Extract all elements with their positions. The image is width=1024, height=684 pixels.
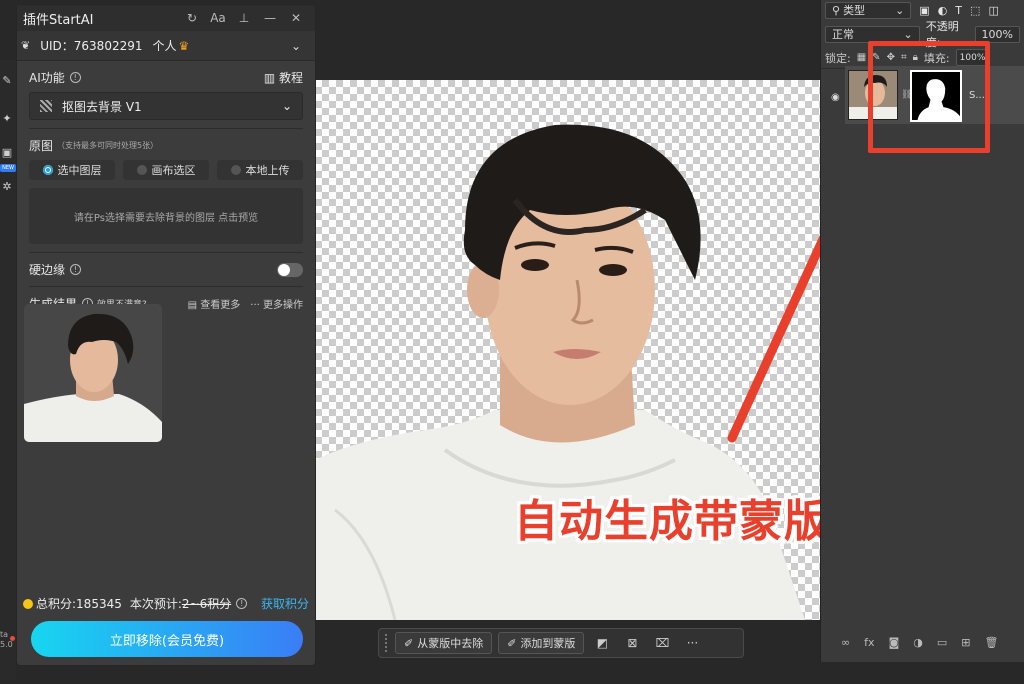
function-select[interactable]: 抠图去背景 V1 ⌄ bbox=[29, 92, 303, 120]
source-label: 原图 bbox=[29, 139, 54, 153]
hard-edge-toggle[interactable] bbox=[277, 262, 303, 277]
toolbar-grip[interactable] bbox=[385, 634, 389, 652]
account-tier: 个人 bbox=[152, 39, 177, 53]
filter-pixel-icon[interactable]: ▣ bbox=[919, 4, 929, 17]
left-tool-strip: ✎ NEW ✦ ▣ ✲ bbox=[0, 60, 16, 680]
filter-kind-select[interactable]: ⚲ 类型 ⌄ bbox=[825, 1, 912, 19]
hard-edge-row: 硬边缘 ! bbox=[29, 261, 303, 278]
points-estimate-label: 本次预计: bbox=[129, 597, 182, 611]
plugin-title: 插件StartAI bbox=[23, 12, 94, 28]
source-option-local-upload[interactable]: 本地上传 bbox=[217, 160, 303, 180]
divider bbox=[29, 286, 303, 287]
get-points-link[interactable]: 获取积分 bbox=[261, 595, 309, 612]
pin-icon[interactable]: ⊥ bbox=[231, 11, 257, 25]
mask-toolbar: ✐ 从蒙版中去除 ✐ 添加到蒙版 ◩ ⊠ ⌧ ··· bbox=[378, 628, 744, 658]
chevron-down-icon: ⌄ bbox=[281, 99, 292, 113]
sparkle-tool-icon[interactable]: ✦ bbox=[0, 112, 14, 126]
function-select-value: 抠图去背景 V1 bbox=[62, 99, 142, 114]
gallery-icon: ▤ bbox=[187, 300, 198, 311]
link-layers-icon[interactable]: ∞ bbox=[841, 636, 850, 649]
group-folder-icon[interactable]: ▭ bbox=[937, 636, 947, 649]
brush-tool-icon[interactable]: ✎ bbox=[0, 74, 14, 88]
remove-now-button[interactable]: 立即移除(会员免费) bbox=[31, 621, 303, 657]
crown-icon: ♛ bbox=[178, 38, 190, 53]
ai-function-label: AI功能 bbox=[29, 71, 65, 85]
more-icon[interactable]: ··· bbox=[680, 632, 704, 654]
chevron-down-icon: ⌄ bbox=[895, 3, 905, 17]
book-icon: ▥ bbox=[263, 71, 276, 85]
source-hint: （支持最多可同时处理5张） bbox=[57, 141, 159, 150]
blend-mode-select[interactable]: 正常 ⌄ bbox=[825, 25, 920, 43]
font-size-icon[interactable]: Aa bbox=[205, 11, 231, 25]
preview-area[interactable]: 请在Ps选择需要去除背景的图层 点击预览 bbox=[29, 188, 303, 244]
app-window: ✎ NEW ✦ ▣ ✲ ta 5.0 自动生成带蒙版图层 ✐ 从蒙版中去除 ✐ … bbox=[0, 0, 1024, 684]
lock-label: 锁定: bbox=[825, 51, 851, 65]
source-option-selected-layer[interactable]: 选中图层 bbox=[29, 160, 115, 180]
uid-label: UID：763802291 bbox=[40, 39, 143, 53]
layers-footer: ∞ fx ◙ ◑ ▭ ⊞ 🗑︎ bbox=[841, 636, 998, 649]
mask-apply-icon[interactable]: ◩ bbox=[590, 632, 614, 654]
layers-filter-row: ⚲ 类型 ⌄ ▣ ◐ T ⬚ ◫ bbox=[821, 0, 1024, 20]
minimize-icon[interactable]: — bbox=[257, 11, 283, 25]
account-row[interactable]: ❦ UID：763802291 个人 ♛ ⌄ bbox=[17, 31, 315, 61]
plugin-titlebar: 插件StartAI ↻ Aa ⊥ — ✕ bbox=[17, 5, 315, 31]
adjustment-layer-icon[interactable]: ◑ bbox=[913, 636, 923, 649]
close-icon[interactable]: ✕ bbox=[283, 11, 309, 25]
points-row: 总积分:185345 本次预计: 2~6积分 ! 获取积分 bbox=[23, 595, 309, 612]
ellipsis-icon: ··· bbox=[250, 300, 260, 311]
filter-type-icon[interactable]: T bbox=[955, 4, 962, 17]
hard-edge-label: 硬边缘 bbox=[29, 263, 66, 277]
points-total: 总积分:185345 bbox=[36, 597, 122, 611]
add-mask-icon[interactable]: ◙ bbox=[889, 636, 900, 649]
fx-icon[interactable]: fx bbox=[864, 636, 874, 649]
lock-transparent-icon[interactable]: ▦ bbox=[857, 52, 866, 63]
new-layer-icon[interactable]: ⊞ bbox=[961, 636, 970, 649]
tutorial-link[interactable]: ▥ 教程 bbox=[264, 69, 303, 86]
gear-icon[interactable]: ✲ bbox=[0, 180, 14, 194]
source-options: 选中图层 画布选区 本地上传 bbox=[29, 160, 303, 180]
search-icon: ⚲ bbox=[832, 3, 841, 17]
info-icon[interactable]: ! bbox=[70, 264, 82, 275]
visibility-eye-icon[interactable]: ◉ bbox=[831, 92, 840, 103]
new-badge: NEW bbox=[0, 164, 16, 172]
brush-minus-icon: ✐ bbox=[404, 636, 414, 650]
filter-adjustment-icon[interactable]: ◐ bbox=[938, 4, 948, 17]
filter-shape-icon[interactable]: ⬚ bbox=[970, 4, 980, 17]
remove-from-mask-button[interactable]: ✐ 从蒙版中去除 bbox=[395, 632, 493, 654]
brush-plus-icon: ✐ bbox=[507, 636, 517, 650]
radio-unchecked-icon bbox=[136, 165, 147, 175]
divider bbox=[29, 128, 303, 129]
radio-unchecked-icon bbox=[230, 165, 241, 175]
coin-icon bbox=[23, 598, 33, 609]
highlight-box bbox=[868, 41, 990, 153]
radio-checked-icon bbox=[42, 165, 53, 175]
notification-dot bbox=[10, 636, 15, 641]
view-more-link[interactable]: ▤ 查看更多 bbox=[188, 296, 241, 311]
ai-function-header: AI功能 ! ▥ 教程 bbox=[29, 69, 303, 86]
more-actions-link[interactable]: ··· 更多操作 bbox=[250, 296, 303, 311]
chevron-down-icon: ⌄ bbox=[903, 27, 913, 41]
preview-hint: 请在Ps选择需要去除背景的图层 点击预览 bbox=[73, 212, 259, 224]
source-option-canvas-selection[interactable]: 画布选区 bbox=[123, 160, 209, 180]
info-icon[interactable]: ! bbox=[69, 72, 81, 83]
chevron-down-icon[interactable]: ⌄ bbox=[291, 39, 301, 53]
image-tool-icon[interactable]: ▣ bbox=[0, 146, 14, 160]
source-header: 原图 （支持最多可同时处理5张） bbox=[29, 137, 303, 154]
mask-invert-icon[interactable]: ⊠ bbox=[620, 632, 644, 654]
divider bbox=[29, 252, 303, 253]
opacity-input[interactable]: 100% bbox=[974, 25, 1020, 43]
paw-icon: ❦ bbox=[21, 39, 31, 52]
startai-plugin-panel: 插件StartAI ↻ Aa ⊥ — ✕ ❦ UID：763802291 个人 … bbox=[16, 4, 316, 666]
points-estimate-value: 2~6积分 bbox=[181, 597, 232, 611]
result-image bbox=[24, 304, 162, 442]
result-thumbnail[interactable] bbox=[24, 304, 162, 442]
filter-smart-icon[interactable]: ◫ bbox=[988, 4, 998, 17]
delete-layer-icon[interactable]: 🗑︎ bbox=[984, 636, 998, 649]
add-to-mask-button[interactable]: ✐ 添加到蒙版 bbox=[498, 632, 585, 654]
info-icon[interactable]: ! bbox=[236, 598, 248, 609]
refresh-icon[interactable]: ↻ bbox=[179, 11, 205, 25]
stripes-icon bbox=[40, 100, 52, 112]
mask-delete-icon[interactable]: ⌧ bbox=[650, 632, 674, 654]
